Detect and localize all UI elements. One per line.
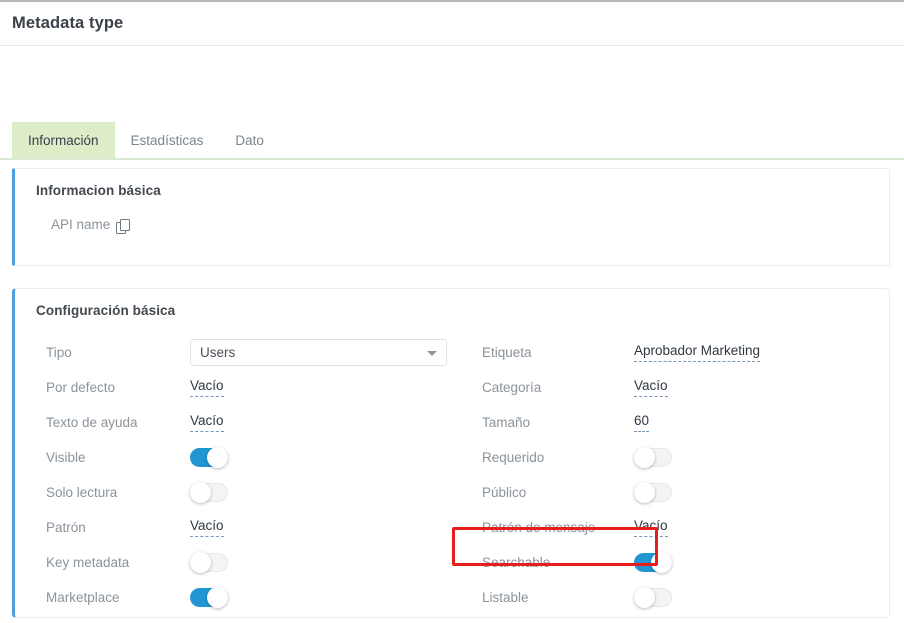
field-label-categoria: Categoría: [482, 380, 634, 395]
field-row-patron: Patrón Vacío: [46, 510, 465, 545]
tab-estadisticas[interactable]: Estadísticas: [115, 122, 220, 158]
toggle-knob: [190, 552, 211, 573]
toggle-knob: [651, 552, 672, 573]
field-row-solo-lectura: Solo lectura: [46, 475, 465, 510]
field-label-etiqueta: Etiqueta: [482, 345, 634, 360]
configuracion-basica-body: Tipo Users Por defecto Vacío Texto de ay…: [15, 335, 889, 615]
toggle-requerido[interactable]: [634, 448, 672, 467]
field-label-marketplace: Marketplace: [46, 590, 190, 605]
api-name-row[interactable]: API name: [15, 198, 889, 232]
field-row-categoria: Categoría Vacío: [482, 370, 889, 405]
tab-label: Dato: [235, 133, 264, 148]
toggle-key-metadata[interactable]: [190, 553, 228, 572]
field-value-por-defecto[interactable]: Vacío: [190, 378, 224, 397]
field-value-tamano[interactable]: 60: [634, 413, 649, 432]
field-label-texto-de-ayuda: Texto de ayuda: [46, 415, 190, 430]
toggle-searchable[interactable]: [634, 553, 672, 572]
field-label-searchable: Searchable: [482, 555, 634, 570]
field-label-por-defecto: Por defecto: [46, 380, 190, 395]
field-row-patron-de-mensaje: Patrón de mensaje Vacío: [482, 510, 889, 545]
field-label-key-metadata: Key metadata: [46, 555, 190, 570]
copy-icon[interactable]: [116, 219, 129, 232]
tipo-select-value: Users: [200, 345, 235, 360]
tab-informacion[interactable]: Información: [12, 122, 115, 158]
field-row-searchable: Searchable: [482, 545, 889, 580]
toggle-knob: [634, 587, 655, 608]
field-row-texto-de-ayuda: Texto de ayuda Vacío: [46, 405, 465, 440]
field-label-requerido: Requerido: [482, 450, 634, 465]
field-label-visible: Visible: [46, 450, 190, 465]
field-row-publico: Público: [482, 475, 889, 510]
tab-label: Información: [28, 133, 99, 148]
toggle-knob: [634, 482, 655, 503]
field-row-por-defecto: Por defecto Vacío: [46, 370, 465, 405]
config-right-column: Etiqueta Aprobador Marketing Categoría V…: [465, 335, 889, 615]
field-value-patron-de-mensaje[interactable]: Vacío: [634, 518, 668, 537]
field-label-solo-lectura: Solo lectura: [46, 485, 190, 500]
configuracion-basica-card: Configuración básica Tipo Users Por defe…: [12, 288, 890, 618]
field-row-marketplace: Marketplace: [46, 580, 465, 615]
field-value-patron[interactable]: Vacío: [190, 518, 224, 537]
field-label-publico: Público: [482, 485, 634, 500]
field-label-patron: Patrón: [46, 520, 190, 535]
toggle-knob: [207, 447, 228, 468]
informacion-basica-card: Informacion básica API name: [12, 168, 890, 266]
field-label-tipo: Tipo: [46, 345, 190, 360]
field-value-texto-de-ayuda[interactable]: Vacío: [190, 413, 224, 432]
field-label-tamano: Tamaño: [482, 415, 634, 430]
toggle-knob: [634, 447, 655, 468]
toggle-visible[interactable]: [190, 448, 228, 467]
chevron-down-icon: [427, 351, 437, 356]
field-row-listable: Listable: [482, 580, 889, 615]
toggle-solo-lectura[interactable]: [190, 483, 228, 502]
toggle-marketplace[interactable]: [190, 588, 228, 607]
field-value-categoria[interactable]: Vacío: [634, 378, 668, 397]
field-row-visible: Visible: [46, 440, 465, 475]
field-row-requerido: Requerido: [482, 440, 889, 475]
page-header: Metadata type: [0, 2, 904, 46]
field-row-tipo: Tipo Users: [46, 335, 465, 370]
field-value-etiqueta[interactable]: Aprobador Marketing: [634, 343, 760, 362]
field-row-key-metadata: Key metadata: [46, 545, 465, 580]
page-title: Metadata type: [12, 14, 123, 33]
toggle-knob: [190, 482, 211, 503]
tab-dato[interactable]: Dato: [219, 122, 280, 158]
toggle-knob: [207, 587, 228, 608]
field-label-listable: Listable: [482, 590, 634, 605]
toggle-listable[interactable]: [634, 588, 672, 607]
field-row-etiqueta: Etiqueta Aprobador Marketing: [482, 335, 889, 370]
api-name-label: API name: [51, 217, 110, 232]
config-left-column: Tipo Users Por defecto Vacío Texto de ay…: [15, 335, 465, 615]
toggle-publico[interactable]: [634, 483, 672, 502]
informacion-basica-heading: Informacion básica: [15, 169, 889, 198]
tab-label: Estadísticas: [131, 133, 204, 148]
field-label-patron-de-mensaje: Patrón de mensaje: [482, 520, 634, 535]
configuracion-basica-heading: Configuración básica: [15, 289, 889, 318]
tab-bar: Información Estadísticas Dato: [0, 122, 904, 160]
field-row-tamano: Tamaño 60: [482, 405, 889, 440]
tipo-select[interactable]: Users: [190, 339, 447, 366]
